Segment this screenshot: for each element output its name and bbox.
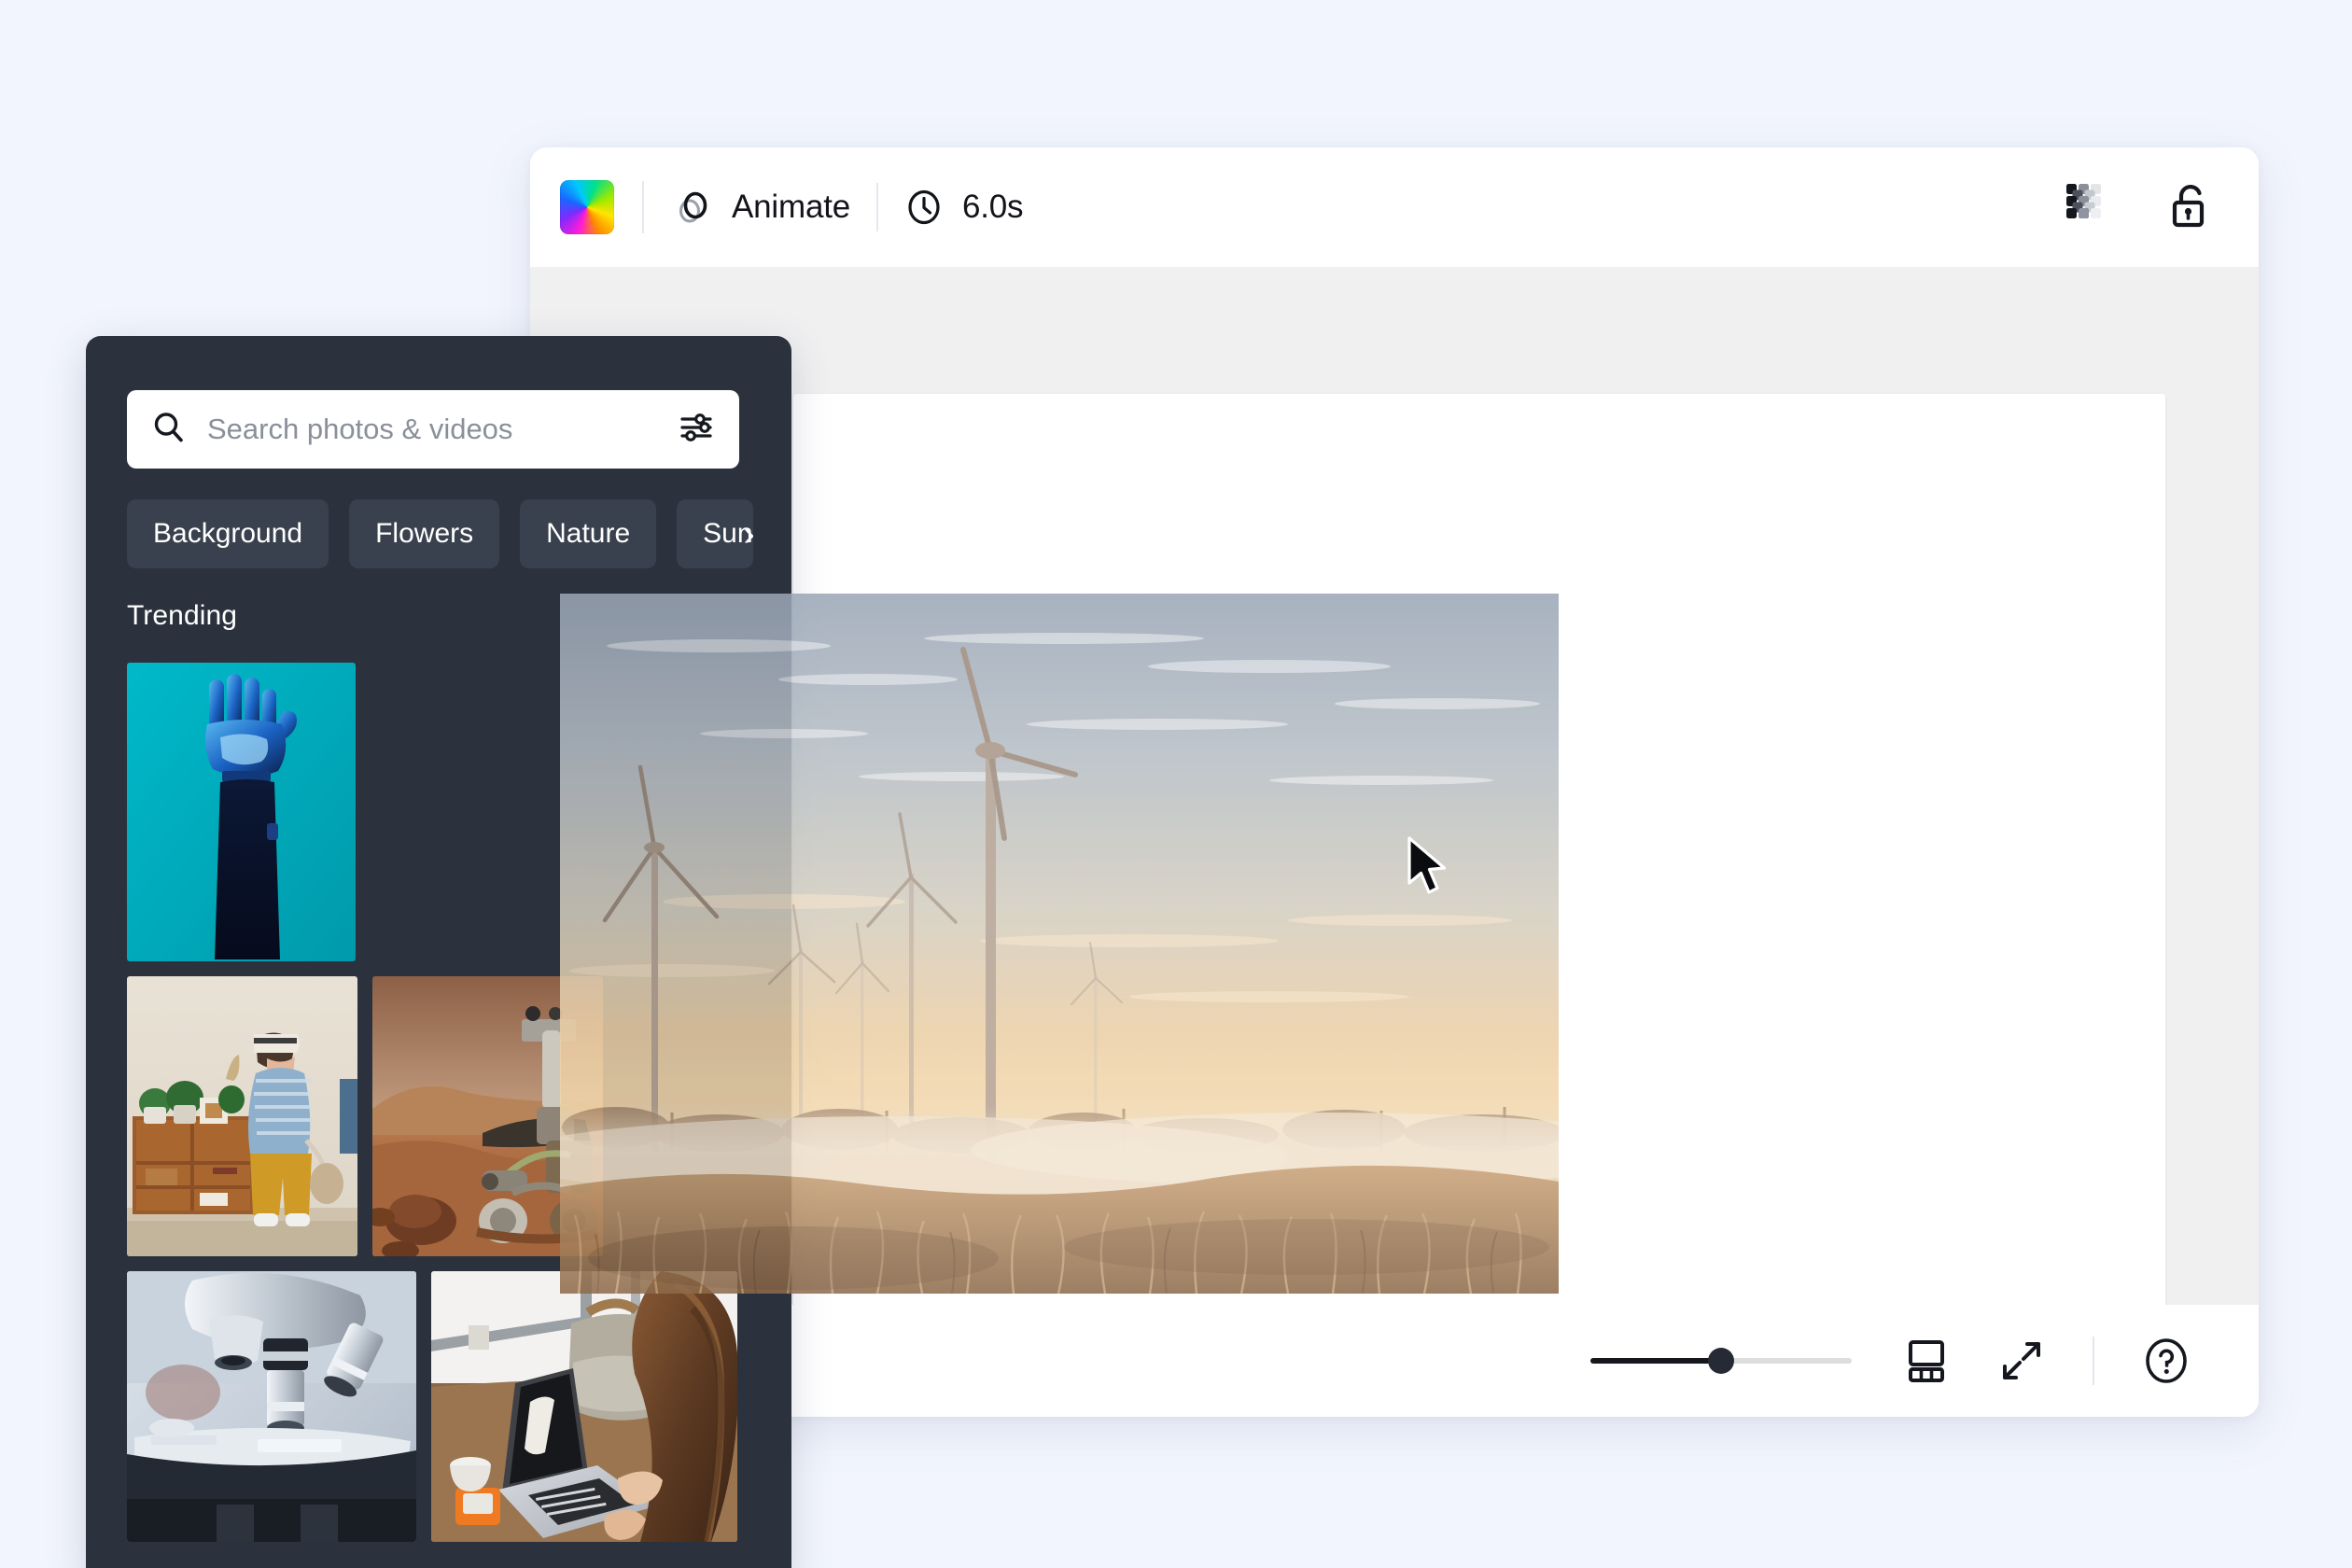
- chip-label: Background: [153, 518, 303, 549]
- duration-label: 6.0s: [962, 189, 1024, 225]
- header-divider-2: [876, 183, 878, 231]
- duration-button[interactable]: 6.0s: [904, 188, 1024, 227]
- header-left-group: Animate 6.0s: [560, 180, 1024, 234]
- vr-boy-photo[interactable]: [127, 976, 357, 1256]
- expand-arrows-icon[interactable]: [1997, 1337, 2046, 1385]
- unlocked-padlock-icon[interactable]: [2167, 182, 2212, 232]
- tile-row: [127, 1271, 752, 1542]
- clock-icon: [904, 188, 944, 227]
- tile-row: [127, 976, 752, 1256]
- search-icon: [151, 410, 187, 450]
- screen-root: Animate 6.0s Search photos & videos Back…: [0, 0, 2352, 1568]
- artboard[interactable]: [793, 394, 2165, 1353]
- help-question-icon[interactable]: [2139, 1334, 2193, 1388]
- search-bar[interactable]: [127, 390, 739, 469]
- mars-rover-photo[interactable]: [372, 976, 603, 1256]
- sliders-filter-icon[interactable]: [678, 409, 715, 451]
- tile-row: [127, 663, 752, 961]
- microscope-photo[interactable]: [127, 1271, 416, 1542]
- grid-layout-icon[interactable]: [1904, 1337, 1953, 1385]
- chevron-right-icon[interactable]: ›: [744, 517, 753, 551]
- search-input[interactable]: [207, 390, 678, 469]
- editor-header: Animate 6.0s: [530, 147, 2259, 267]
- chip-label: Nature: [546, 518, 631, 549]
- chip-label: Flowers: [375, 518, 474, 549]
- animate-icon: [672, 187, 713, 228]
- category-chip-row[interactable]: Background Flowers Nature Sun ›: [127, 499, 753, 568]
- robotic-hand-photo[interactable]: [127, 663, 356, 961]
- chip-nature[interactable]: Nature: [520, 499, 657, 568]
- color-picker-swatch[interactable]: [560, 180, 614, 234]
- header-right-group: [2065, 182, 2227, 232]
- zoom-slider-thumb[interactable]: [1708, 1348, 1734, 1374]
- chip-background[interactable]: Background: [127, 499, 329, 568]
- chip-flowers[interactable]: Flowers: [349, 499, 500, 568]
- trending-section-title: Trending: [127, 600, 238, 631]
- chip-sun[interactable]: Sun ›: [677, 499, 753, 568]
- animate-button[interactable]: Animate: [672, 187, 850, 228]
- woman-laptop-photo[interactable]: [431, 1271, 737, 1542]
- header-divider-1: [642, 181, 644, 233]
- checkerboard-transparency-icon[interactable]: [2065, 182, 2115, 232]
- footer-divider: [2093, 1337, 2094, 1385]
- animate-label: Animate: [732, 189, 850, 225]
- zoom-slider[interactable]: [1590, 1348, 1852, 1374]
- media-tile-grid: [127, 663, 752, 1557]
- zoom-slider-fill: [1590, 1358, 1721, 1364]
- media-sidebar-panel: Background Flowers Nature Sun › Trending: [86, 336, 791, 1568]
